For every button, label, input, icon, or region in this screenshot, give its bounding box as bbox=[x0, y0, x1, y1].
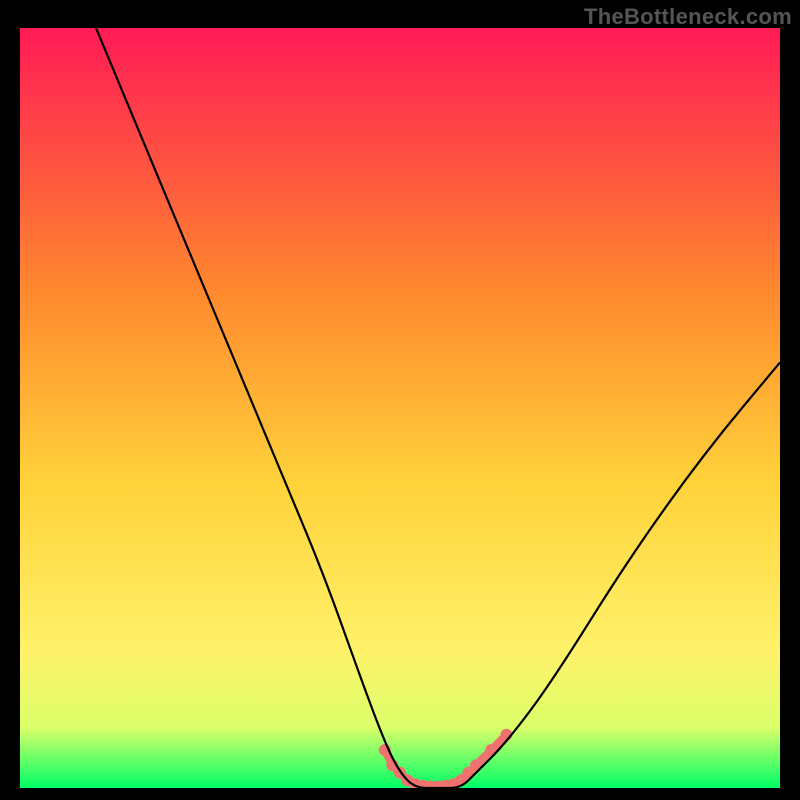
chart-background bbox=[20, 28, 780, 788]
chart-frame: TheBottleneck.com bbox=[0, 0, 800, 800]
chart-plot bbox=[20, 28, 780, 788]
watermark-text: TheBottleneck.com bbox=[584, 4, 792, 30]
chart-svg bbox=[20, 28, 780, 788]
